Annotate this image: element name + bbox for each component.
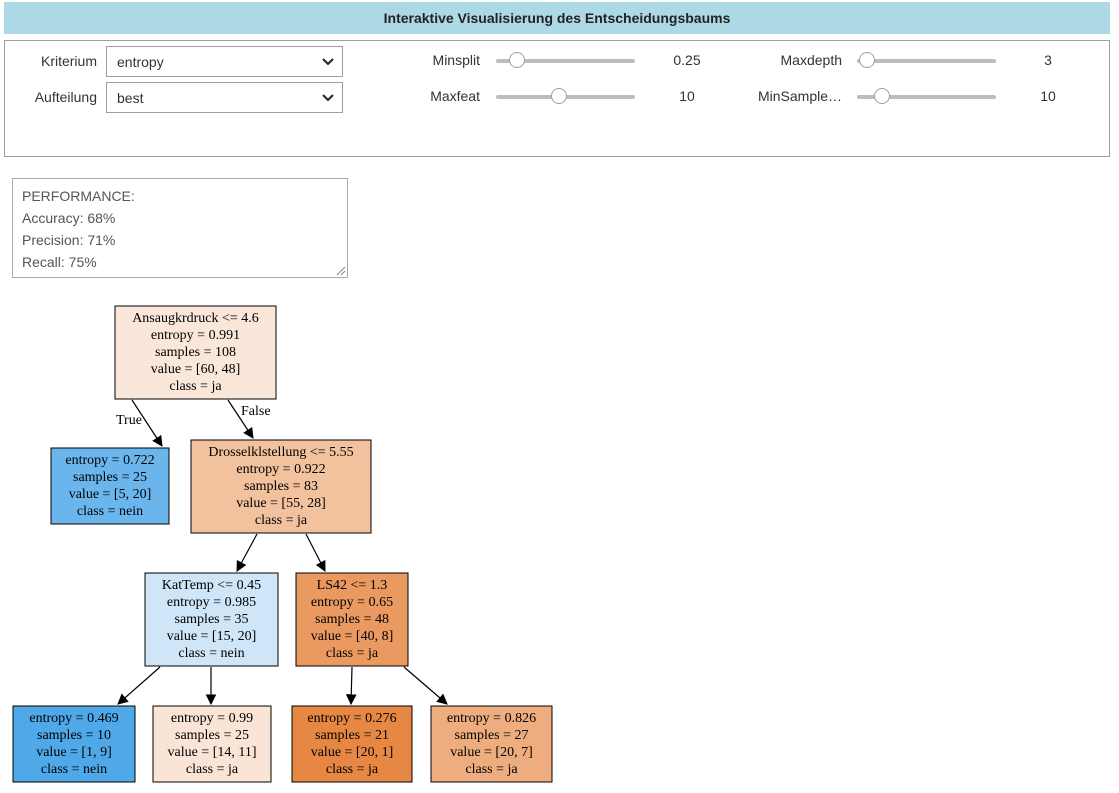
tree-node: entropy = 0.469 samples = 10 value = [1, 9… bbox=[12, 705, 136, 783]
tree-node-line: LS42 <= 1.3 bbox=[317, 578, 388, 593]
minsample-value: 10 bbox=[1040, 88, 1056, 104]
tree-node-line: entropy = 0.469 bbox=[29, 711, 118, 726]
tree-node-line: value = [1, 9] bbox=[36, 745, 112, 760]
tree-node-line: KatTemp <= 0.45 bbox=[162, 578, 261, 593]
tree-node-line: class = ja bbox=[326, 646, 379, 661]
tree-node-line: samples = 108 bbox=[155, 345, 236, 360]
tree-node-line: value = [20, 1] bbox=[311, 745, 394, 760]
tree-edge bbox=[345, 666, 357, 706]
tree-node-line: entropy = 0.99 bbox=[171, 711, 253, 726]
slider-handle[interactable] bbox=[508, 52, 525, 68]
tree-node-line: value = [15, 20] bbox=[167, 629, 257, 644]
tree-node-line: class = nein bbox=[178, 646, 244, 661]
tree-node-line: value = [14, 11] bbox=[167, 745, 256, 760]
tree-edge bbox=[403, 666, 448, 705]
tree-edge bbox=[305, 533, 326, 572]
tree-node: entropy = 0.826 samples = 27 value = [20, … bbox=[430, 705, 553, 783]
tree-node-line: value = [60, 48] bbox=[151, 362, 241, 377]
tree-node-line: entropy = 0.991 bbox=[151, 328, 240, 343]
minsample-label: MinSample… bbox=[757, 88, 842, 104]
tree-node-line: class = ja bbox=[326, 762, 379, 777]
minsplit-slider[interactable] bbox=[496, 51, 635, 71]
slider-track bbox=[857, 59, 996, 63]
tree-node-line: entropy = 0.985 bbox=[167, 595, 256, 610]
maxdepth-label: Maxdepth bbox=[780, 52, 842, 68]
aufteilung-select[interactable]: best bbox=[106, 82, 343, 113]
edge-label-true: True bbox=[116, 413, 142, 428]
tree-node-line: class = nein bbox=[77, 504, 143, 519]
kriterium-value: entropy bbox=[117, 53, 164, 70]
precision-text: Precision: 71% bbox=[22, 232, 116, 248]
tree-node-line: samples = 21 bbox=[315, 728, 389, 743]
edge-label-false: False bbox=[241, 404, 271, 419]
tree-edge bbox=[117, 666, 161, 705]
tree-node-line: value = [5, 20] bbox=[69, 487, 152, 502]
maxfeat-value: 10 bbox=[679, 88, 695, 104]
tree-node-line: entropy = 0.722 bbox=[65, 453, 154, 468]
tree-node: entropy = 0.276 samples = 21 value = [20, … bbox=[291, 705, 413, 783]
tree-node: entropy = 0.722 samples = 25 value = [5, 2… bbox=[50, 447, 170, 525]
tree-node: Drosselklstellung <= 5.55 entropy = 0.922… bbox=[190, 439, 372, 534]
tree-node-line: class = ja bbox=[255, 513, 308, 528]
tree-node-line: class = ja bbox=[169, 379, 222, 394]
minsplit-value: 0.25 bbox=[673, 52, 701, 68]
performance-textarea[interactable]: PERFORMANCE: Accuracy: 68% Precision: 71… bbox=[12, 178, 348, 278]
slider-handle[interactable] bbox=[858, 52, 875, 68]
maxfeat-slider[interactable] bbox=[496, 87, 635, 107]
slider-handle[interactable] bbox=[874, 88, 891, 104]
tree-node-line: class = ja bbox=[465, 762, 518, 777]
tree-node-line: entropy = 0.826 bbox=[447, 711, 536, 726]
tree-node-line: samples = 10 bbox=[37, 728, 111, 743]
app-title: Interaktive Visualisierung des Entscheid… bbox=[4, 2, 1110, 34]
aufteilung-label: Aufteilung bbox=[34, 89, 97, 105]
tree-node-line: entropy = 0.65 bbox=[311, 595, 393, 610]
decision-tree: Ansaugkrdruck <= 4.6 entropy = 0.991 sampl… bbox=[12, 305, 553, 783]
tree-node-line: value = [55, 28] bbox=[236, 496, 326, 511]
tree-node-line: class = nein bbox=[41, 762, 107, 777]
tree-node: Ansaugkrdruck <= 4.6 entropy = 0.991 sampl… bbox=[114, 305, 277, 400]
aufteilung-value: best bbox=[117, 89, 144, 106]
performance-heading: PERFORMANCE: bbox=[22, 188, 135, 204]
recall-text: Recall: 75% bbox=[22, 254, 97, 270]
tree-node-line: samples = 35 bbox=[175, 612, 249, 627]
tree-node-line: samples = 83 bbox=[244, 479, 318, 494]
slider-handle[interactable] bbox=[550, 88, 567, 104]
tree-node: LS42 <= 1.3 entropy = 0.65 samples = 48 val… bbox=[295, 572, 409, 667]
tree-node-line: entropy = 0.922 bbox=[236, 462, 325, 477]
chevron-down-icon bbox=[322, 58, 334, 66]
tree-node-line: Ansaugkrdruck <= 4.6 bbox=[132, 311, 259, 326]
kriterium-label: Kriterium bbox=[40, 53, 97, 69]
tree-node: entropy = 0.99 samples = 25 value = [14, 1… bbox=[152, 705, 272, 783]
minsplit-label: Minsplit bbox=[432, 52, 480, 68]
tree-node-line: samples = 27 bbox=[455, 728, 529, 743]
maxdepth-slider[interactable] bbox=[857, 51, 996, 71]
tree-edge bbox=[236, 533, 258, 572]
tree-node-line: samples = 48 bbox=[315, 612, 389, 627]
kriterium-select[interactable]: entropy bbox=[106, 46, 343, 77]
tree-node-line: samples = 25 bbox=[73, 470, 147, 485]
tree-node-line: samples = 25 bbox=[175, 728, 249, 743]
tree-node-line: entropy = 0.276 bbox=[307, 711, 396, 726]
resize-handle-icon[interactable] bbox=[334, 264, 346, 276]
tree-node-line: class = ja bbox=[186, 762, 239, 777]
tree-node-line: Drosselklstellung <= 5.55 bbox=[208, 445, 353, 460]
tree-node-line: value = [20, 7] bbox=[450, 745, 533, 760]
tree-node-line: value = [40, 8] bbox=[311, 629, 394, 644]
tree-node: KatTemp <= 0.45 entropy = 0.985 samples = … bbox=[144, 572, 279, 667]
chevron-down-icon bbox=[322, 94, 334, 102]
minsample-slider[interactable] bbox=[857, 87, 996, 107]
maxdepth-value: 3 bbox=[1044, 52, 1052, 68]
accuracy-text: Accuracy: 68% bbox=[22, 210, 116, 226]
maxfeat-label: Maxfeat bbox=[430, 88, 480, 104]
controls-panel: Kriterium entropy Aufteilung best Minspl… bbox=[4, 40, 1110, 157]
